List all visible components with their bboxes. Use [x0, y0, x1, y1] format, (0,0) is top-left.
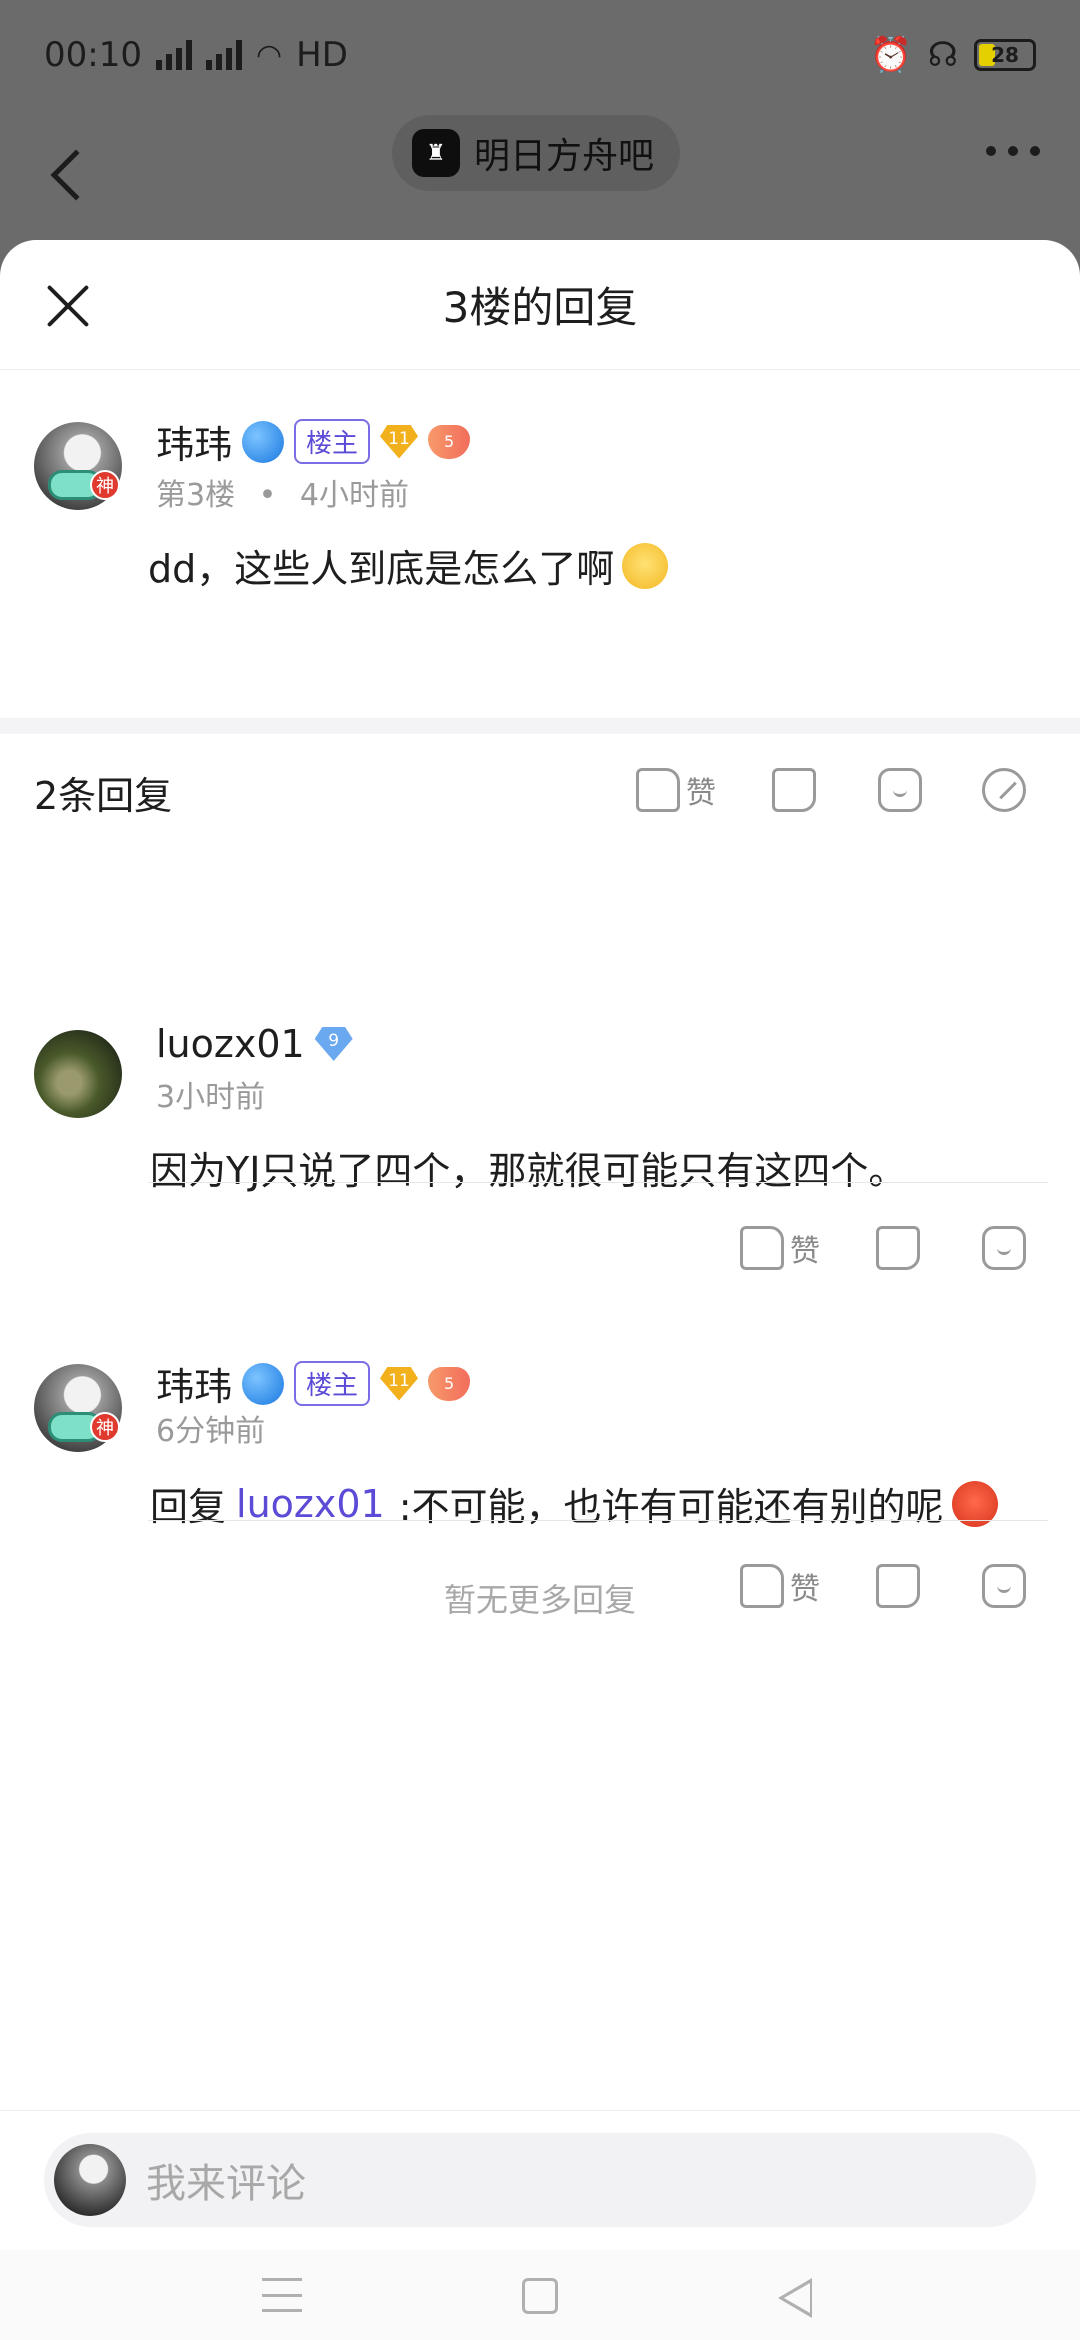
battery-icon: 28 — [974, 39, 1036, 71]
forum-title-pill[interactable]: ♜ 明日方舟吧 — [392, 115, 681, 191]
sheet-title: 3楼的回复 — [442, 283, 638, 332]
avatar — [54, 2144, 126, 2216]
floor-label: 第3楼 — [156, 478, 236, 513]
close-icon[interactable] — [44, 282, 92, 330]
reply-text: 因为YJ只说了四个，那就很可能只有这四个。 — [150, 1149, 907, 1193]
no-more-replies: 暂无更多回复 — [443, 1581, 636, 1619]
like-label: 赞 — [790, 1234, 820, 1269]
thumb-up-icon — [740, 1226, 784, 1270]
like-label: 赞 — [686, 776, 716, 811]
sweat-emoji-icon — [622, 542, 669, 589]
reply-divider — [148, 1182, 1048, 1183]
headphones-icon: ☊ — [927, 35, 958, 75]
sheet-header: 3楼的回复 — [0, 240, 1080, 370]
network-label: HD — [296, 35, 348, 75]
meta-separator: • — [258, 478, 277, 513]
post-time: 4小时前 — [299, 478, 409, 513]
comment-input[interactable]: 我来评论 — [44, 2133, 1036, 2227]
forum-name: 明日方舟吧 — [474, 136, 655, 177]
god-badge: 神 — [90, 470, 120, 500]
reply-bubble-icon — [878, 768, 922, 812]
comment-placeholder: 我来评论 — [146, 2161, 306, 2207]
like-button[interactable]: 赞 — [740, 1226, 820, 1270]
mention-link[interactable]: luozx01 — [236, 1482, 385, 1526]
reply-divider — [148, 1520, 1048, 1521]
home-icon[interactable] — [522, 2278, 558, 2314]
back-arrow-icon[interactable] — [50, 149, 102, 201]
reply-count: 2条回复 — [34, 774, 173, 818]
thumb-down-icon — [876, 1226, 920, 1270]
clock: 00:10 — [44, 35, 142, 75]
reply-prefix: 回复 — [150, 1485, 227, 1529]
thumb-up-icon — [636, 768, 680, 812]
username[interactable]: 玮玮 — [156, 414, 232, 469]
reply-button[interactable] — [982, 1226, 1026, 1270]
level-badge: 11 — [380, 1366, 419, 1401]
dislike-button[interactable] — [772, 768, 816, 812]
wifi-icon: ◠ — [255, 37, 283, 73]
reply-text: :不可能，也许有可能还有别的呢 — [398, 1485, 944, 1529]
alarm-icon: ⏰ — [869, 35, 912, 75]
cell-signal-icon — [205, 40, 242, 70]
reply-sheet: 3楼的回复 神 玮玮 楼主 11 5 第3楼 • 4小时前 dd，这些人到底是怎… — [0, 240, 1080, 2340]
section-divider — [0, 718, 1080, 734]
heart-badge-icon: 5 — [428, 424, 471, 459]
status-bar: 00:10 ◠ HD ⏰ ☊ 28 — [0, 0, 1080, 110]
edit-icon — [982, 768, 1026, 812]
username[interactable]: 玮玮 — [156, 1356, 232, 1411]
thumb-down-icon — [772, 768, 816, 812]
level-badge: 11 — [380, 424, 419, 459]
post-time: 3小时前 — [156, 1080, 266, 1115]
host-badge: 楼主 — [294, 1361, 371, 1406]
level-badge: 9 — [314, 1027, 353, 1061]
avatar[interactable] — [34, 1030, 122, 1118]
username[interactable]: luozx01 — [156, 1022, 305, 1066]
top-nav: ♜ 明日方舟吧 — [0, 110, 1080, 240]
recents-icon[interactable] — [262, 2278, 302, 2312]
post-time: 6分钟前 — [156, 1414, 266, 1449]
reply-bubble-icon — [982, 1226, 1026, 1270]
host-badge: 楼主 — [294, 419, 371, 464]
system-nav-bar — [0, 2250, 1080, 2340]
globe-icon — [242, 1362, 285, 1405]
reply-button[interactable] — [878, 768, 922, 812]
comment-text: dd，这些人到底是怎么了啊 — [148, 547, 615, 591]
back-icon[interactable] — [778, 2278, 812, 2318]
globe-icon — [242, 420, 285, 463]
dislike-button[interactable] — [876, 1226, 920, 1270]
heart-badge-icon: 5 — [428, 1366, 471, 1401]
god-badge: 神 — [90, 1412, 120, 1442]
comment-input-area: 我来评论 — [0, 2110, 1080, 2250]
more-options-icon[interactable] — [986, 146, 1040, 156]
cell-signal-icon — [155, 40, 192, 70]
like-button[interactable]: 赞 — [636, 768, 716, 812]
edit-button[interactable] — [982, 768, 1026, 812]
forum-logo-icon: ♜ — [412, 129, 460, 177]
